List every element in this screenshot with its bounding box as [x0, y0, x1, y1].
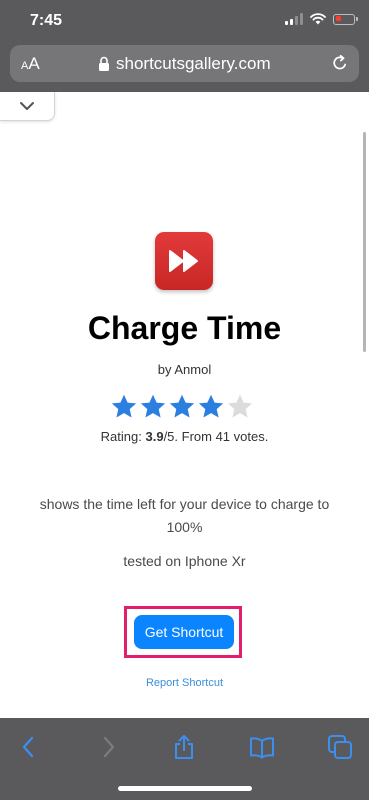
- star-filled-icon: [140, 394, 166, 418]
- star-filled-icon: [169, 394, 195, 418]
- tabs-icon[interactable]: [327, 734, 353, 760]
- tested-note: tested on Iphone Xr: [123, 553, 246, 569]
- get-shortcut-button[interactable]: Get Shortcut: [134, 615, 234, 649]
- home-indicator: [118, 786, 252, 791]
- shortcut-app-icon: [155, 232, 213, 290]
- url-display[interactable]: shortcutsgallery.com: [98, 54, 271, 74]
- address-bar[interactable]: AA shortcutsgallery.com: [10, 45, 359, 82]
- star-empty-icon: [227, 394, 253, 418]
- text-size-button[interactable]: AA: [21, 54, 40, 76]
- chevron-down-icon: [20, 102, 34, 110]
- url-text: shortcutsgallery.com: [116, 54, 271, 73]
- collapse-tab[interactable]: [0, 92, 55, 121]
- wifi-icon: [310, 13, 326, 25]
- forward-arrow-icon[interactable]: [95, 734, 121, 760]
- web-content: Charge Time by Anmol Rating: 3.9/5. From…: [0, 92, 369, 718]
- bookmarks-icon[interactable]: [249, 734, 275, 760]
- page-title: Charge Time: [87, 310, 282, 346]
- rating-text: Rating: 3.9/5. From 41 votes.: [100, 429, 269, 444]
- fast-forward-icon: [169, 250, 198, 272]
- battery-low-icon: [333, 13, 358, 25]
- cellular-signal-icon: [285, 13, 303, 25]
- back-arrow-icon[interactable]: [16, 734, 42, 760]
- reload-icon[interactable]: [331, 54, 349, 72]
- shortcut-description: shows the time left for your device to c…: [39, 496, 330, 535]
- status-icons: [285, 13, 358, 25]
- report-shortcut-link[interactable]: Report Shortcut: [0, 677, 369, 689]
- star-filled-icon: [111, 394, 137, 418]
- status-time: 7:45: [30, 12, 63, 29]
- star-rating: [110, 393, 254, 421]
- author-label: by Anmol: [157, 362, 212, 377]
- star-filled-icon: [198, 394, 224, 418]
- browser-top-chrome: 7:45 AA shortcutsgallery.com: [0, 0, 369, 92]
- lock-icon: [99, 56, 109, 71]
- share-icon[interactable]: [171, 734, 197, 760]
